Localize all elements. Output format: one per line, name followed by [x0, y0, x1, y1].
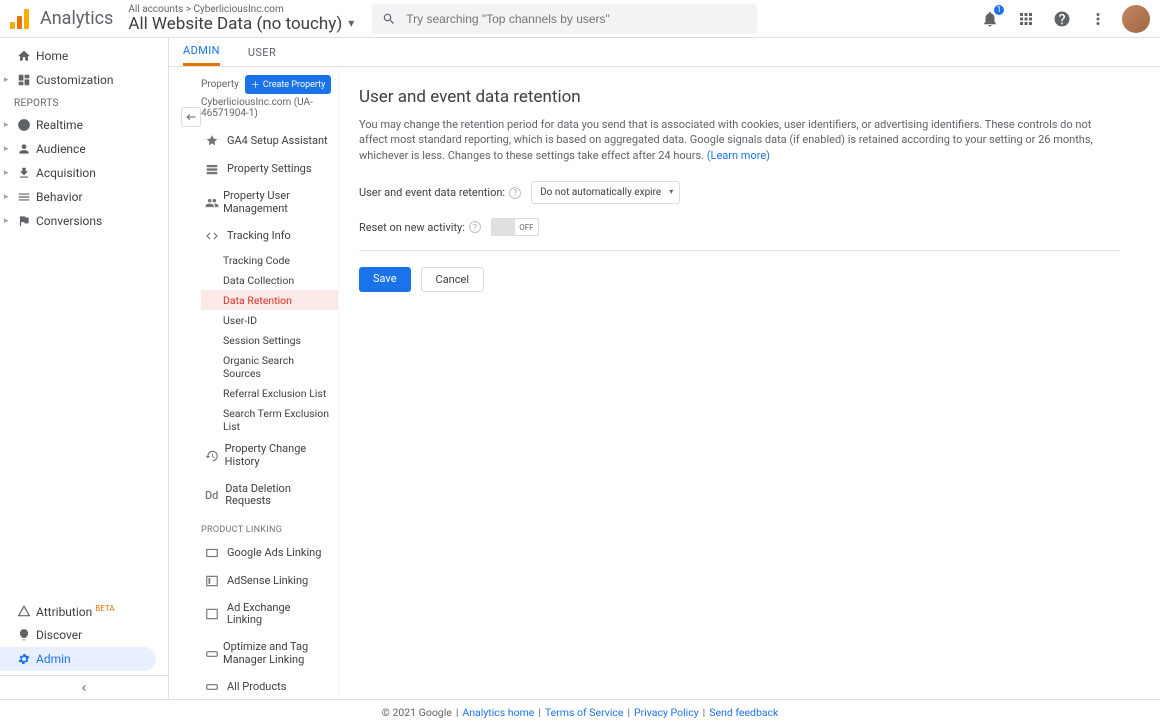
notification-badge: 1: [994, 5, 1004, 15]
sub-searchterm-exclusion[interactable]: Search Term Exclusion List: [223, 403, 332, 436]
item-data-deletion[interactable]: Dd Data Deletion Requests: [201, 476, 332, 515]
reset-toggle[interactable]: OFF: [491, 218, 539, 236]
nav-discover[interactable]: Discover: [0, 623, 168, 647]
footer-terms[interactable]: Terms of Service: [545, 706, 624, 719]
clock-icon: [14, 118, 34, 132]
nav-conversions[interactable]: ▸ Conversions: [0, 209, 168, 233]
column-title: Property: [201, 79, 239, 90]
chevron-left-icon: [78, 682, 90, 694]
sub-session-settings[interactable]: Session Settings: [223, 330, 332, 350]
setting-reset-activity: Reset on new activity: ? OFF: [359, 218, 1120, 236]
apps-icon[interactable]: [1014, 7, 1038, 31]
link-icon: [205, 647, 219, 661]
item-ga4-setup[interactable]: GA4 Setup Assistant: [201, 127, 332, 155]
save-button[interactable]: Save: [359, 267, 411, 292]
more-icon[interactable]: [1086, 7, 1110, 31]
nav-behavior[interactable]: ▸ Behavior: [0, 185, 168, 209]
content-pane: User and event data retention You may ch…: [339, 67, 1160, 699]
chevron-down-icon: ▾: [348, 17, 354, 30]
footer-copyright: © 2021 Google: [382, 706, 452, 719]
search-box[interactable]: [372, 4, 757, 34]
item-all-products[interactable]: All Products: [201, 673, 332, 699]
item-change-history[interactable]: Property Change History: [201, 436, 332, 475]
help-icon[interactable]: [1050, 7, 1074, 31]
plus-icon: ＋: [251, 78, 260, 91]
item-adx-linking[interactable]: Ad Exchange Linking: [201, 595, 332, 634]
adsense-icon: [205, 574, 223, 588]
app-header: Analytics All accounts > CyberliciousInc…: [0, 0, 1160, 38]
cancel-button[interactable]: Cancel: [421, 267, 484, 292]
attribution-icon: [14, 604, 34, 618]
learn-more-link[interactable]: (Learn more): [707, 149, 770, 162]
code-icon: [205, 229, 223, 243]
history-icon: [205, 449, 221, 463]
notifications-icon[interactable]: 1: [978, 7, 1002, 31]
nav-acquisition[interactable]: ▸ Acquisition: [0, 161, 168, 185]
create-property-button[interactable]: ＋ Create Property: [245, 75, 332, 94]
page-title: User and event data retention: [359, 87, 1120, 107]
nav-home[interactable]: Home: [0, 44, 168, 68]
breadcrumb-path: All accounts > CyberliciousInc.com: [128, 4, 354, 15]
footer-feedback[interactable]: Send feedback: [709, 706, 778, 719]
sub-referral-exclusion[interactable]: Referral Exclusion List: [223, 383, 332, 403]
dd-icon: Dd: [205, 489, 221, 502]
nav-realtime[interactable]: ▸ Realtime: [0, 113, 168, 137]
nav-admin[interactable]: Admin: [0, 647, 156, 671]
arrow-icon: [14, 166, 34, 180]
back-button[interactable]: [181, 107, 201, 127]
list-icon: [14, 190, 34, 204]
person-icon: [14, 142, 34, 156]
home-icon: [14, 49, 34, 63]
item-property-settings[interactable]: Property Settings: [201, 155, 332, 183]
info-icon[interactable]: ?: [469, 221, 481, 233]
section-product-linking: PRODUCT LINKING: [201, 515, 332, 539]
collapse-nav-button[interactable]: [0, 675, 168, 699]
setting-data-retention: User and event data retention: ? Do not …: [359, 181, 1120, 204]
sub-tracking-code[interactable]: Tracking Code: [223, 250, 332, 270]
back-arrow-icon: [185, 111, 197, 123]
search-input[interactable]: [406, 12, 747, 26]
tab-user[interactable]: USER: [248, 38, 276, 66]
property-account-name[interactable]: CyberliciousInc.com (UA-46571904-1): [201, 97, 332, 119]
products-icon: [205, 680, 223, 694]
ads-icon: [205, 546, 223, 560]
nav-audience[interactable]: ▸ Audience: [0, 137, 168, 161]
people-icon: [205, 196, 219, 210]
breadcrumb-view: All Website Data (no touchy): [128, 15, 342, 34]
item-ads-linking[interactable]: Google Ads Linking: [201, 539, 332, 567]
dashboard-icon: [14, 73, 34, 87]
footer: © 2021 Google| Analytics home| Terms of …: [0, 699, 1160, 725]
footer-analytics-home[interactable]: Analytics home: [462, 706, 534, 719]
item-optimize-linking[interactable]: Optimize and Tag Manager Linking: [201, 634, 332, 673]
info-icon[interactable]: ?: [509, 187, 521, 199]
assistant-icon: [205, 134, 223, 148]
nav-customization[interactable]: ▸ Customization: [0, 68, 168, 92]
item-adsense-linking[interactable]: AdSense Linking: [201, 567, 332, 595]
sub-data-retention[interactable]: Data Retention: [201, 290, 338, 310]
nav-section-reports: REPORTS: [0, 92, 168, 113]
search-icon: [382, 12, 396, 26]
item-tracking-info[interactable]: Tracking Info: [201, 222, 332, 250]
gear-icon: [14, 652, 34, 666]
property-column: Property ＋ Create Property CyberliciousI…: [169, 67, 339, 699]
footer-privacy[interactable]: Privacy Policy: [634, 706, 699, 719]
avatar[interactable]: [1122, 5, 1150, 33]
tab-admin[interactable]: ADMIN: [183, 38, 220, 66]
adx-icon: [205, 607, 223, 621]
flag-icon: [14, 214, 34, 228]
item-user-management[interactable]: Property User Management: [201, 183, 332, 222]
sub-user-id[interactable]: User-ID: [223, 310, 332, 330]
bulb-icon: [14, 628, 34, 642]
settings-icon: [205, 162, 223, 176]
sub-organic-sources[interactable]: Organic Search Sources: [223, 350, 332, 383]
analytics-logo-icon: [10, 9, 30, 29]
admin-tabs: ADMIN USER: [169, 38, 1160, 67]
product-name: Analytics: [40, 8, 113, 29]
breadcrumb[interactable]: All accounts > CyberliciousInc.com All W…: [128, 4, 354, 34]
sub-data-collection[interactable]: Data Collection: [223, 270, 332, 290]
left-nav: Home ▸ Customization REPORTS ▸ Realtime …: [0, 38, 169, 699]
retention-select[interactable]: Do not automatically expire: [531, 181, 680, 204]
nav-attribution[interactable]: AttributionBETA: [0, 599, 168, 623]
page-description: You may change the retention period for …: [359, 117, 1120, 163]
